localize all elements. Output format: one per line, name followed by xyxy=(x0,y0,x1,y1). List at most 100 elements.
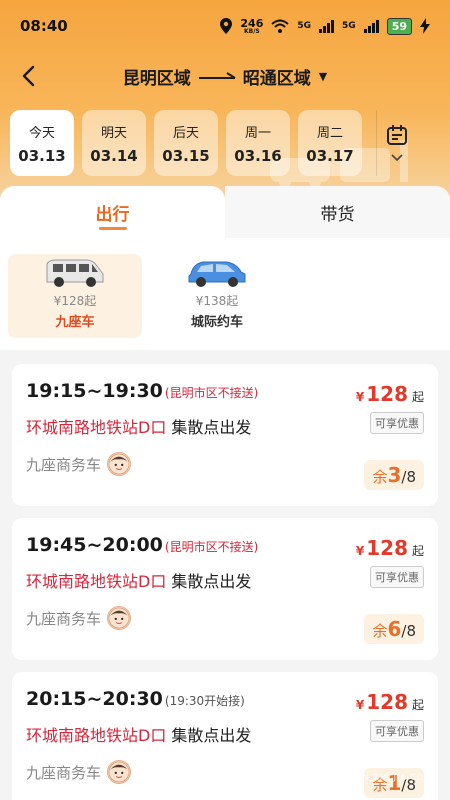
price-symbol: ¥ xyxy=(355,698,365,712)
vehicle-type-name: 城际约车 xyxy=(190,315,243,330)
chevron-left-icon xyxy=(22,65,35,87)
seats-total: /8 xyxy=(401,468,416,486)
vehicle-type-selector: ¥128起 九座车 ¥138起 城际约车 xyxy=(0,238,450,350)
date-weekday: 周一 xyxy=(244,125,271,141)
tab-cargo[interactable]: 带货 xyxy=(225,186,450,238)
station-suffix: 集散点出发 xyxy=(166,726,252,745)
seats-total: /8 xyxy=(401,622,416,640)
site-watermark: 硬件之家 YING JIAN ZHI JIA.COM xyxy=(275,737,432,786)
trip-list: 19:15~19:30 (昆明市区不接送) 环城南路地铁站D口 集散点出发 九座商… xyxy=(12,364,438,800)
vehicle-type-intercity[interactable]: ¥138起 城际约车 xyxy=(150,254,284,338)
watermark-text: 硬件之家 YING JIAN ZHI JIA.COM xyxy=(323,741,432,782)
caret-down-icon: ▼ xyxy=(318,69,328,83)
driver-avatar-icon xyxy=(107,452,132,476)
date-option[interactable]: 后天 03.15 xyxy=(154,110,218,176)
trip-price: ¥ 128 起 xyxy=(356,382,424,406)
date-weekday: 今天 xyxy=(28,125,55,141)
watermark-subtitle: YING JIAN ZHI JIA.COM xyxy=(322,773,432,782)
date-weekday: 明天 xyxy=(100,125,127,141)
price-value: 128 xyxy=(366,690,408,714)
station-name: 环城南路地铁站D口 xyxy=(26,726,167,745)
station-name: 环城南路地铁站D口 xyxy=(26,572,167,591)
signal-icon-2 xyxy=(363,19,379,33)
date-value: 03.15 xyxy=(162,146,210,165)
trip-card[interactable]: 19:15~19:30 (昆明市区不接送) 环城南路地铁站D口 集散点出发 九座商… xyxy=(12,364,438,506)
trip-departure: 环城南路地铁站D口 集散点出发 xyxy=(26,568,424,592)
trip-time: 19:15~19:30 xyxy=(26,380,163,402)
battery-indicator: 59 xyxy=(386,17,412,35)
station-suffix: 集散点出发 xyxy=(166,572,252,591)
tab-travel-label: 出行 xyxy=(95,204,130,225)
driver-avatar-icon xyxy=(107,760,132,784)
signal-icon-1 xyxy=(319,19,335,33)
origin-region: 昆明区域 xyxy=(122,68,191,89)
seats-remaining: 余3/8 xyxy=(364,460,424,490)
trip-card[interactable]: 19:45~20:00 (昆明市区不接送) 环城南路地铁站D口 集散点出发 九座商… xyxy=(12,518,438,660)
status-time: 08:40 xyxy=(20,17,68,35)
seats-left: 6 xyxy=(387,617,402,641)
sim2-label: 5G xyxy=(342,21,356,31)
driver-avatar-icon xyxy=(107,606,132,630)
chevron-down-icon xyxy=(390,154,403,162)
date-value: 03.16 xyxy=(234,146,282,165)
date-option[interactable]: 周一 03.16 xyxy=(226,110,290,176)
watermark-logo-icon xyxy=(275,737,324,786)
date-option[interactable]: 周二 03.17 xyxy=(298,110,362,176)
price-unit: 起 xyxy=(411,698,424,712)
location-icon xyxy=(220,18,233,34)
price-symbol: ¥ xyxy=(355,390,365,404)
tab-active-indicator xyxy=(98,227,127,230)
date-selector: 今天 03.13 明天 03.14 后天 03.15 周一 03.16 周二 0… xyxy=(10,110,440,176)
net-speed: 246 KB/S xyxy=(240,16,264,35)
trip-price: ¥ 128 起 xyxy=(356,536,424,560)
service-tabs: 出行 带货 xyxy=(0,186,450,238)
vehicle-name: 九座商务车 xyxy=(26,455,102,474)
date-weekday: 后天 xyxy=(172,125,199,141)
discount-badge: 可享优惠 xyxy=(370,566,424,588)
trip-time: 20:15~20:30 xyxy=(26,688,163,710)
price-value: 128 xyxy=(366,382,408,406)
price-symbol: ¥ xyxy=(355,544,365,558)
seats-remaining: 余6/8 xyxy=(364,614,424,644)
date-value: 03.17 xyxy=(306,146,354,165)
price-unit: 起 xyxy=(411,390,424,404)
price-value: 128 xyxy=(366,536,408,560)
van-icon xyxy=(46,259,104,287)
destination-region: 昭通区域 xyxy=(242,68,311,89)
price-unit: 起 xyxy=(411,544,424,558)
date-option[interactable]: 明天 03.14 xyxy=(82,110,146,176)
vehicle-type-name: 九座车 xyxy=(55,315,95,330)
date-value: 03.13 xyxy=(18,146,66,165)
navigation-bar: 昆明区域 昭通区域 ▼ xyxy=(0,56,450,96)
trip-price: ¥ 128 起 xyxy=(356,690,424,714)
route-arrow-icon xyxy=(198,72,236,79)
route-selector[interactable]: 昆明区域 昭通区域 ▼ xyxy=(123,64,327,89)
status-icons: 246 KB/S 5G 5G 59 xyxy=(220,16,430,35)
vehicle-type-nine-seater[interactable]: ¥128起 九座车 xyxy=(8,254,142,338)
discount-badge: 可享优惠 xyxy=(370,412,424,434)
station-name: 环城南路地铁站D口 xyxy=(26,418,167,437)
wifi-icon xyxy=(271,19,290,33)
calendar-icon xyxy=(386,125,407,145)
watermark-title: 硬件之家 xyxy=(322,747,419,772)
seats-prefix: 余 xyxy=(372,622,388,640)
calendar-button[interactable] xyxy=(376,110,416,176)
tab-travel[interactable]: 出行 xyxy=(0,186,225,238)
trip-note: (19:30开始接) xyxy=(164,694,245,708)
seats-left: 3 xyxy=(387,463,402,487)
status-bar: 08:40 246 KB/S 5G 5G 59 xyxy=(0,0,450,52)
seats-prefix: 余 xyxy=(372,468,388,486)
trip-note: (昆明市区不接送) xyxy=(164,540,259,554)
back-button[interactable] xyxy=(14,62,42,90)
car-icon xyxy=(188,261,246,287)
date-weekday: 周二 xyxy=(316,125,343,141)
date-value: 03.14 xyxy=(90,146,138,165)
discount-badge: 可享优惠 xyxy=(370,720,424,742)
charging-icon xyxy=(420,18,430,34)
tab-cargo-label: 带货 xyxy=(320,204,355,225)
station-suffix: 集散点出发 xyxy=(166,418,252,437)
trip-departure: 环城南路地铁站D口 集散点出发 xyxy=(26,414,424,438)
vehicle-type-price: ¥128起 xyxy=(53,294,97,308)
date-option[interactable]: 今天 03.13 xyxy=(10,110,74,176)
sim1-label: 5G xyxy=(297,21,312,31)
